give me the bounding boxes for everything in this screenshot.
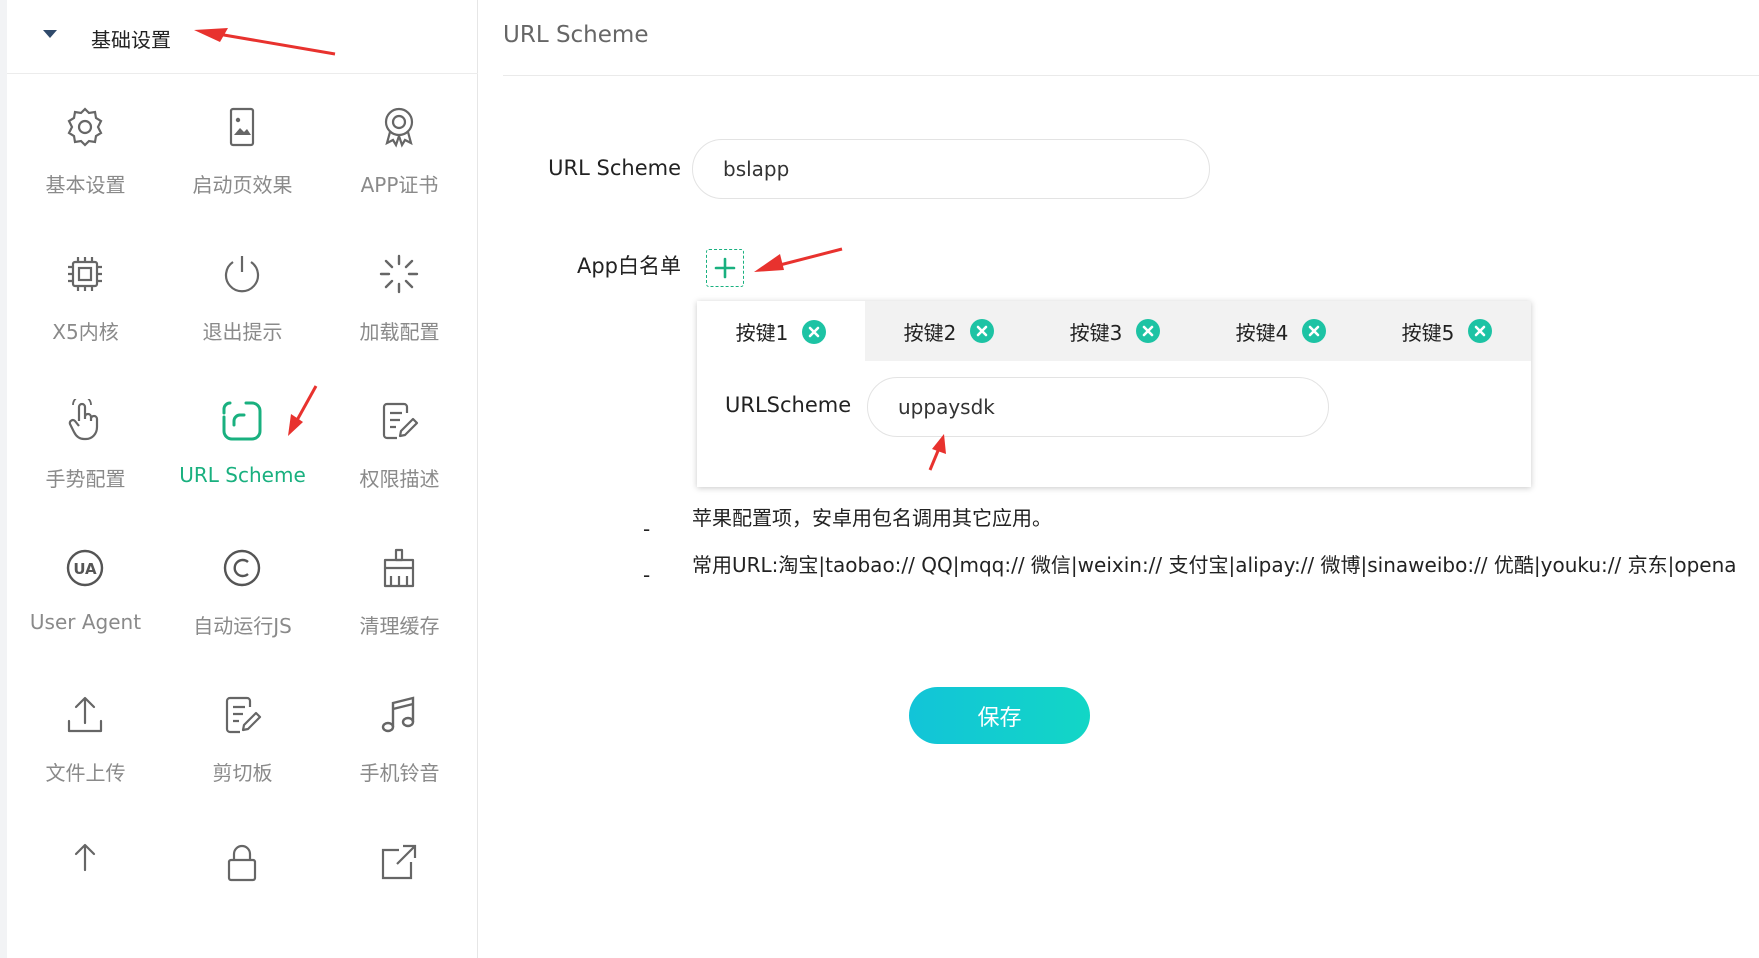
sidebar-item-ringtone[interactable]: 手机铃音	[321, 663, 478, 828]
sidebar-item-clipboard[interactable]: 剪切板	[164, 663, 321, 828]
annotation-arrow-icon	[288, 385, 318, 436]
copyright-icon	[223, 549, 261, 587]
sidebar-item-loading[interactable]: 加载配置	[321, 222, 478, 387]
tab-key-5[interactable]: 按键5	[1363, 301, 1531, 361]
power-icon	[224, 256, 260, 293]
upload-icon	[74, 843, 96, 872]
sidebar: 基础设置 基本设置 启动页效果 APP证书 X5内核 退出提示 加载配置 手势配…	[0, 0, 478, 958]
sidebar-item-splash[interactable]: 启动页效果	[164, 75, 321, 240]
annotation-arrow-icon	[754, 247, 843, 272]
tab-key-1[interactable]: 按键1	[697, 301, 865, 362]
whitelist-tab-panel: 按键1 按键2 按键3 按键4 按键5 URLScheme uppaysdk	[697, 301, 1531, 487]
sidebar-item-label: 剪切板	[212, 761, 273, 785]
sidebar-title: 基础设置	[91, 28, 171, 52]
tab-label: 按键4	[1235, 320, 1289, 345]
note-dash: -	[643, 563, 651, 587]
sidebar-item-label: 清理缓存	[359, 614, 440, 638]
note-line-1: 苹果配置项，安卓用包名调用其它应用。	[692, 506, 1052, 530]
tab-key-3[interactable]: 按键3	[1031, 301, 1199, 361]
close-circle-icon[interactable]	[1136, 319, 1161, 343]
tab-key-4[interactable]: 按键4	[1197, 301, 1365, 361]
add-whitelist-button[interactable]	[706, 249, 744, 287]
sidebar-item-basic-settings[interactable]: 基本设置	[7, 75, 164, 240]
close-circle-icon[interactable]	[1302, 319, 1327, 343]
close-circle-icon[interactable]	[802, 319, 827, 344]
phone-image-icon	[229, 107, 255, 147]
tab-url-scheme-label: URLScheme	[725, 393, 852, 417]
upload-icon	[67, 696, 103, 733]
clipboard-edit-icon	[225, 696, 262, 734]
tab-url-scheme-input[interactable]: uppaysdk	[867, 377, 1329, 437]
sidebar-item-label: APP证书	[360, 173, 439, 197]
sidebar-item-clear-cache[interactable]: 清理缓存	[321, 516, 478, 681]
page-title: URL Scheme	[503, 22, 649, 48]
title-divider	[503, 75, 1759, 76]
sidebar-item-x5-kernel[interactable]: X5内核	[7, 222, 164, 387]
url-scheme-icon	[222, 401, 262, 441]
lock-icon	[227, 844, 257, 882]
tab-bar: 按键1 按键2 按键3 按键4 按键5	[697, 301, 1531, 362]
tab-label: 按键1	[735, 321, 789, 345]
plus-icon	[714, 257, 736, 279]
tab-url-scheme-value: uppaysdk	[898, 395, 995, 419]
broom-icon	[383, 548, 415, 588]
note-dash: -	[643, 517, 651, 541]
gear-icon	[67, 107, 103, 147]
edit-document-icon	[382, 402, 419, 440]
sidebar-item-label: 启动页效果	[192, 173, 293, 197]
sidebar-item-partial-2[interactable]	[164, 810, 321, 958]
ua-icon: UA	[66, 549, 104, 587]
app-whitelist-label: App白名单	[576, 254, 681, 278]
hand-gesture-icon	[68, 399, 99, 441]
svg-text:UA: UA	[73, 560, 97, 578]
music-note-icon	[381, 696, 415, 733]
sidebar-item-partial-1[interactable]	[7, 810, 164, 958]
sidebar-item-label: 手势配置	[45, 467, 126, 491]
chip-icon	[68, 257, 102, 291]
certificate-icon	[384, 107, 414, 148]
tab-label: 按键2	[903, 320, 957, 345]
sidebar-item-auto-js[interactable]: 自动运行JS	[164, 516, 321, 681]
sidebar-item-label: 权限描述	[359, 467, 440, 491]
url-scheme-input[interactable]: bslapp	[692, 139, 1210, 199]
sidebar-item-exit-tip[interactable]: 退出提示	[164, 222, 321, 387]
sidebar-item-label: 手机铃音	[359, 761, 440, 785]
external-link-icon	[381, 844, 417, 880]
sidebar-item-permission[interactable]: 权限描述	[321, 369, 478, 534]
sidebar-item-partial-3[interactable]	[321, 810, 478, 958]
main-content: URL Scheme URL Scheme bslapp App白名单 按键1 …	[479, 0, 1759, 958]
caret-down-icon[interactable]	[43, 30, 57, 38]
save-button[interactable]: 保存	[909, 687, 1090, 744]
sidebar-item-user-agent[interactable]: UA User Agent	[7, 516, 164, 681]
sidebar-item-label: 基本设置	[45, 173, 126, 197]
annotation-arrow-icon	[194, 28, 336, 56]
tab-label: 按键3	[1069, 320, 1123, 345]
close-circle-icon[interactable]	[970, 319, 995, 343]
url-scheme-label: URL Scheme	[548, 156, 681, 180]
annotation-arrow-icon	[928, 434, 946, 471]
sidebar-item-label: 文件上传	[45, 761, 126, 785]
loading-spinner-icon	[379, 254, 419, 294]
tab-label: 按键5	[1401, 320, 1455, 345]
sidebar-item-label: 加载配置	[359, 320, 440, 344]
note-line-2: 常用URL:淘宝|taobao:// QQ|mqq:// 微信|weixin:/…	[692, 553, 1737, 577]
sidebar-item-label: X5内核	[52, 320, 119, 344]
tab-key-2[interactable]: 按键2	[865, 301, 1033, 361]
sidebar-item-label: 退出提示	[202, 320, 283, 344]
sidebar-item-app-cert[interactable]: APP证书	[321, 75, 478, 240]
sidebar-item-label: User Agent	[29, 610, 142, 634]
sidebar-item-file-upload[interactable]: 文件上传	[7, 663, 164, 828]
sidebar-item-gesture[interactable]: 手势配置	[7, 369, 164, 534]
close-circle-icon[interactable]	[1468, 319, 1493, 343]
sidebar-item-label: URL Scheme	[179, 463, 306, 487]
sidebar-item-label: 自动运行JS	[193, 614, 292, 638]
url-scheme-value: bslapp	[723, 157, 790, 181]
